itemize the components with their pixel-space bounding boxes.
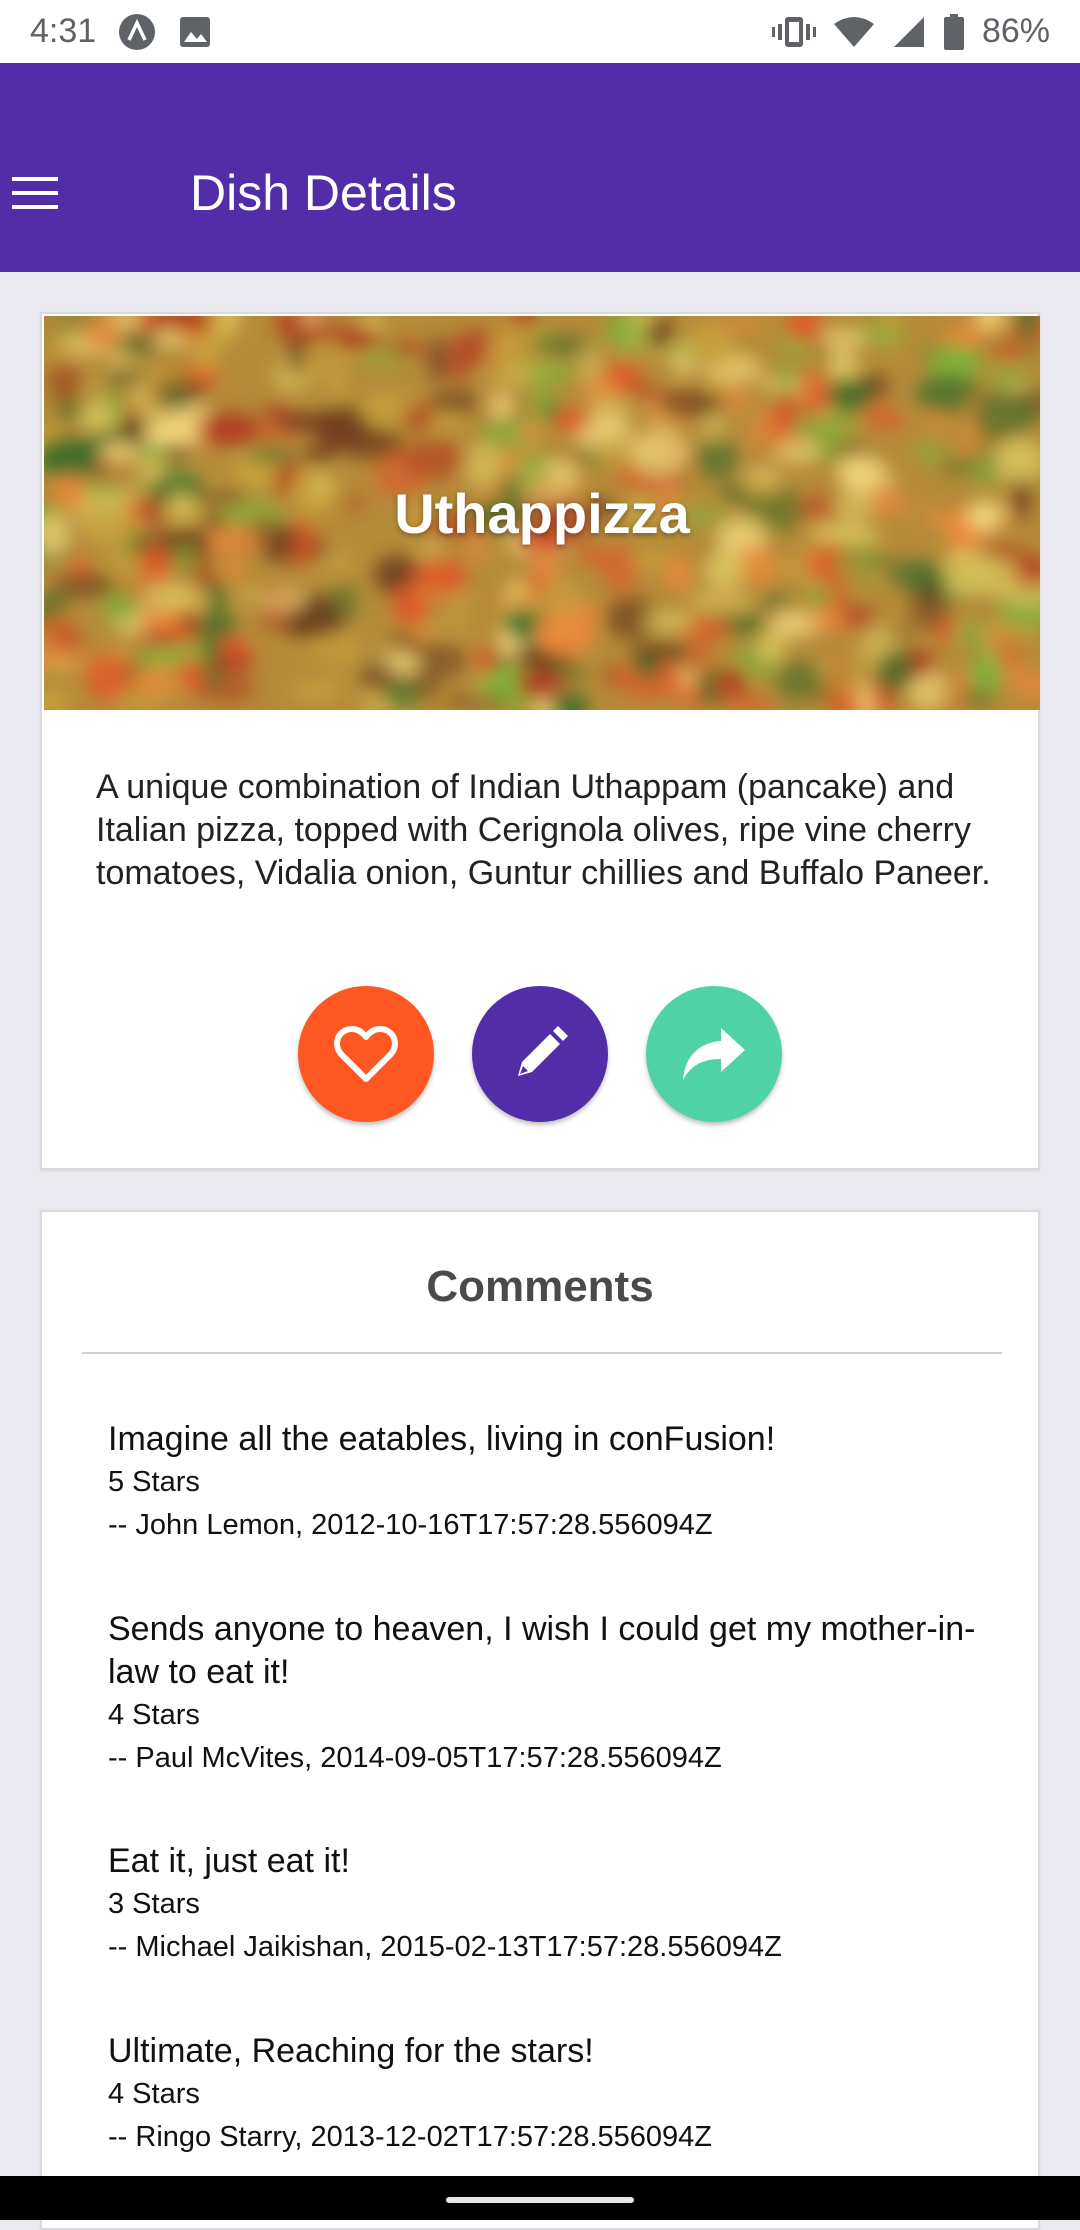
comment-item: Sends anyone to heaven, I wish I could g… — [108, 1608, 988, 1780]
share-button[interactable] — [646, 986, 782, 1122]
home-gesture-handle[interactable] — [446, 2197, 634, 2203]
comment-rating: 3 Stars — [108, 1888, 200, 1920]
battery-percent: 86% — [981, 12, 1050, 50]
wifi-icon — [833, 16, 874, 48]
comment-author: -- John Lemon, 2012-10-16T17:57:28.55609… — [108, 1509, 713, 1541]
app-bar: Dish Details — [0, 63, 1080, 272]
comment-text: Ultimate, Reaching for the stars! — [108, 2032, 594, 2070]
vibrate-icon — [771, 14, 816, 50]
comment-text: Sends anyone to heaven, I wish I could g… — [108, 1610, 976, 1691]
comment-rating: 4 Stars — [108, 1699, 200, 1731]
menu-button[interactable] — [0, 163, 70, 223]
share-icon — [683, 1028, 745, 1080]
hamburger-menu-icon — [12, 177, 58, 209]
pencil-icon — [518, 1026, 568, 1076]
comments-title: Comments — [426, 1262, 654, 1311]
comment-author: -- Ringo Starry, 2013-12-02T17:57:28.556… — [108, 2121, 712, 2153]
comment-item: Imagine all the eatables, living in conF… — [108, 1418, 988, 1547]
dish-name: Uthappizza — [394, 481, 690, 545]
navigation-bar — [0, 2176, 1080, 2220]
comment-author: -- Michael Jaikishan, 2015-02-13T17:57:2… — [108, 1931, 782, 1963]
comments-divider — [82, 1352, 1002, 1354]
page-title: Dish Details — [190, 165, 457, 221]
dish-card: Uthappizza A unique combination of India… — [40, 312, 1040, 1170]
status-left: 4:31 — [30, 12, 212, 51]
app-notification-icon — [118, 13, 156, 51]
dish-actions — [42, 986, 1038, 1126]
favorite-button[interactable] — [298, 986, 434, 1122]
signal-icon — [892, 15, 926, 49]
status-time: 4:31 — [30, 12, 97, 50]
edit-button[interactable] — [472, 986, 608, 1122]
dish-description: A unique combination of Indian Uthappam … — [96, 768, 991, 892]
image-notification-icon — [178, 15, 212, 49]
dish-image: Uthappizza — [44, 316, 1040, 710]
status-right: 86% — [771, 12, 1050, 51]
comment-item: Ultimate, Reaching for the stars! 4 Star… — [108, 2030, 988, 2159]
comments-card: Comments Imagine all the eatables, livin… — [40, 1210, 1040, 2230]
battery-icon — [943, 13, 964, 50]
heart-outline-icon — [334, 1026, 398, 1082]
comment-author: -- Paul McVites, 2014-09-05T17:57:28.556… — [108, 1742, 722, 1774]
comment-text: Imagine all the eatables, living in conF… — [108, 1420, 776, 1458]
comment-rating: 4 Stars — [108, 2078, 200, 2110]
comment-text: Eat it, just eat it! — [108, 1842, 350, 1880]
comment-item: Eat it, just eat it! 3 Stars -- Michael … — [108, 1840, 988, 1969]
status-bar: 4:31 86% — [0, 0, 1080, 63]
comment-rating: 5 Stars — [108, 1466, 200, 1498]
